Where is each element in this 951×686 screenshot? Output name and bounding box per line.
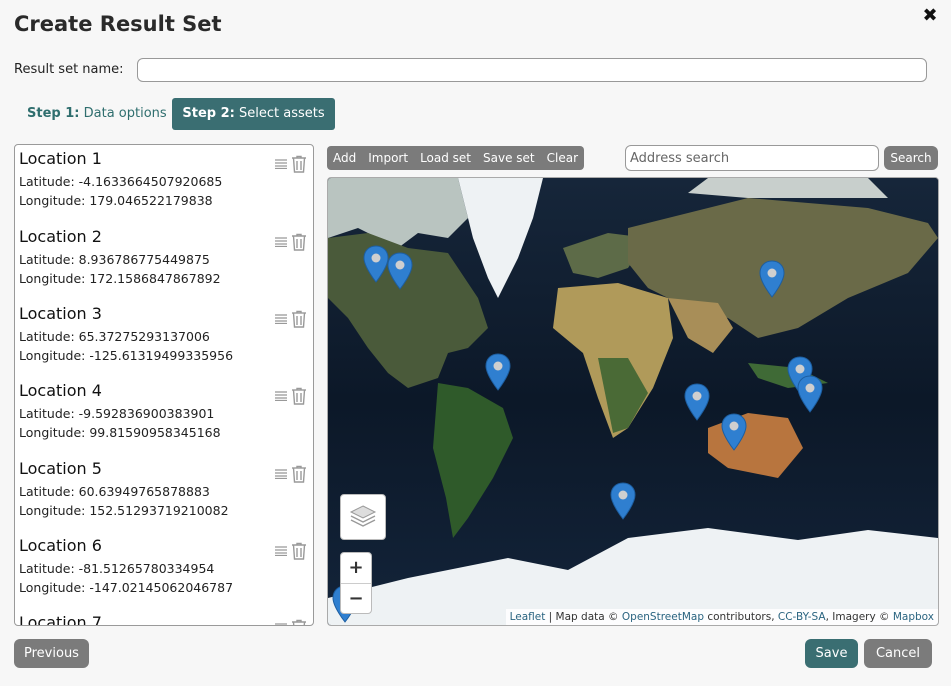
trash-icon[interactable] [291,619,307,626]
menu-icon[interactable] [275,469,287,479]
menu-icon[interactable] [275,546,287,556]
attribution-text: | Map data © [545,611,622,623]
previous-button[interactable]: Previous [14,639,89,668]
location-title: Location 6 [19,536,102,555]
map-marker-pin[interactable] [797,375,823,413]
result-set-name-input[interactable] [137,58,927,82]
trash-icon[interactable] [291,233,307,251]
trash-icon[interactable] [291,387,307,405]
locations-list[interactable]: Location 1 Latitude: -4.1633664507920685… [14,144,314,626]
location-title: Location 2 [19,227,102,246]
attribution-text: , Imagery © [825,611,893,623]
map-marker-pin[interactable] [684,383,710,421]
search-button[interactable]: Search [884,146,938,170]
location-latitude: Latitude: -9.592836900383901 [19,406,215,421]
cancel-button[interactable]: Cancel [864,639,932,668]
step-2-number: Step 2: [182,106,235,121]
trash-icon[interactable] [291,542,307,560]
attribution-text: contributors, [704,611,778,623]
load-set-button[interactable]: Load set [414,146,477,170]
menu-icon[interactable] [275,314,287,324]
tab-step-2-select-assets[interactable]: Step 2: Select assets [172,98,335,130]
step-1-number: Step 1: [27,106,80,121]
location-longitude: Longitude: -125.61319499335956 [19,348,234,363]
list-item: Location 7 [19,613,309,626]
location-longitude: Longitude: 152.51293719210082 [19,503,229,518]
save-set-button[interactable]: Save set [477,146,541,170]
location-title: Location 3 [19,304,102,323]
list-item: Location 6 Latitude: -81.51265780334954 … [19,536,309,595]
list-item: Location 3 Latitude: 65.37275293137006 L… [19,304,309,363]
location-latitude: Latitude: -4.1633664507920685 [19,174,223,189]
location-longitude: Longitude: 172.1586847867892 [19,271,221,286]
list-item: Location 2 Latitude: 8.936786775449875 L… [19,227,309,286]
zoom-control: + − [340,552,372,614]
location-latitude: Latitude: 65.37275293137006 [19,329,210,344]
mapbox-link[interactable]: Mapbox [893,611,934,623]
menu-icon[interactable] [275,623,287,626]
clear-button[interactable]: Clear [541,146,584,170]
address-search-input[interactable] [625,145,879,171]
location-title: Location 1 [19,149,102,168]
map-marker-pin[interactable] [610,482,636,520]
location-latitude: Latitude: -81.51265780334954 [19,561,215,576]
location-title: Location 7 [19,613,102,626]
location-title: Location 5 [19,459,102,478]
license-link[interactable]: CC-BY-SA [778,611,826,623]
satellite-map-image [328,178,938,625]
openstreetmap-link[interactable]: OpenStreetMap [622,611,704,623]
location-longitude: Longitude: -147.02145062046787 [19,580,234,595]
location-longitude: Longitude: 99.81590958345168 [19,425,221,440]
list-item: Location 5 Latitude: 60.63949765878883 L… [19,459,309,518]
add-button[interactable]: Add [327,146,362,170]
leaflet-link[interactable]: Leaflet [510,611,546,623]
menu-icon[interactable] [275,237,287,247]
dialog-title: Create Result Set [14,12,222,36]
map-marker-pin[interactable] [721,413,747,451]
trash-icon[interactable] [291,310,307,328]
menu-icon[interactable] [275,391,287,401]
map-marker-pin[interactable] [387,252,413,290]
zoom-in-button[interactable]: + [341,553,371,583]
location-longitude: Longitude: 179.046522179838 [19,193,213,208]
map-toolbar: Add Import Load set Save set Clear [327,146,585,170]
layers-button[interactable] [340,494,386,540]
location-latitude: Latitude: 8.936786775449875 [19,252,210,267]
map-view[interactable]: + − Leaflet | Map data © OpenStreetMap c… [327,177,939,626]
save-button[interactable]: Save [805,639,858,668]
menu-icon[interactable] [275,159,287,169]
list-item: Location 4 Latitude: -9.592836900383901 … [19,381,309,440]
map-attribution: Leaflet | Map data © OpenStreetMap contr… [505,609,938,625]
tab-step-1-data-options[interactable]: Step 1: Data options [14,98,180,130]
location-latitude: Latitude: 60.63949765878883 [19,484,210,499]
layers-icon [349,505,377,527]
step-2-label: Select assets [234,106,325,121]
map-marker-pin[interactable] [363,245,389,283]
trash-icon[interactable] [291,465,307,483]
map-marker-pin[interactable] [759,260,785,298]
zoom-out-button[interactable]: − [341,583,371,614]
list-item: Location 1 Latitude: -4.1633664507920685… [19,149,309,208]
close-icon[interactable]: ✖ [920,6,940,26]
import-button[interactable]: Import [362,146,414,170]
map-marker-pin[interactable] [485,353,511,391]
result-set-name-label: Result set name: [14,62,124,77]
location-title: Location 4 [19,381,102,400]
step-1-label: Data options [79,106,167,121]
trash-icon[interactable] [291,155,307,173]
